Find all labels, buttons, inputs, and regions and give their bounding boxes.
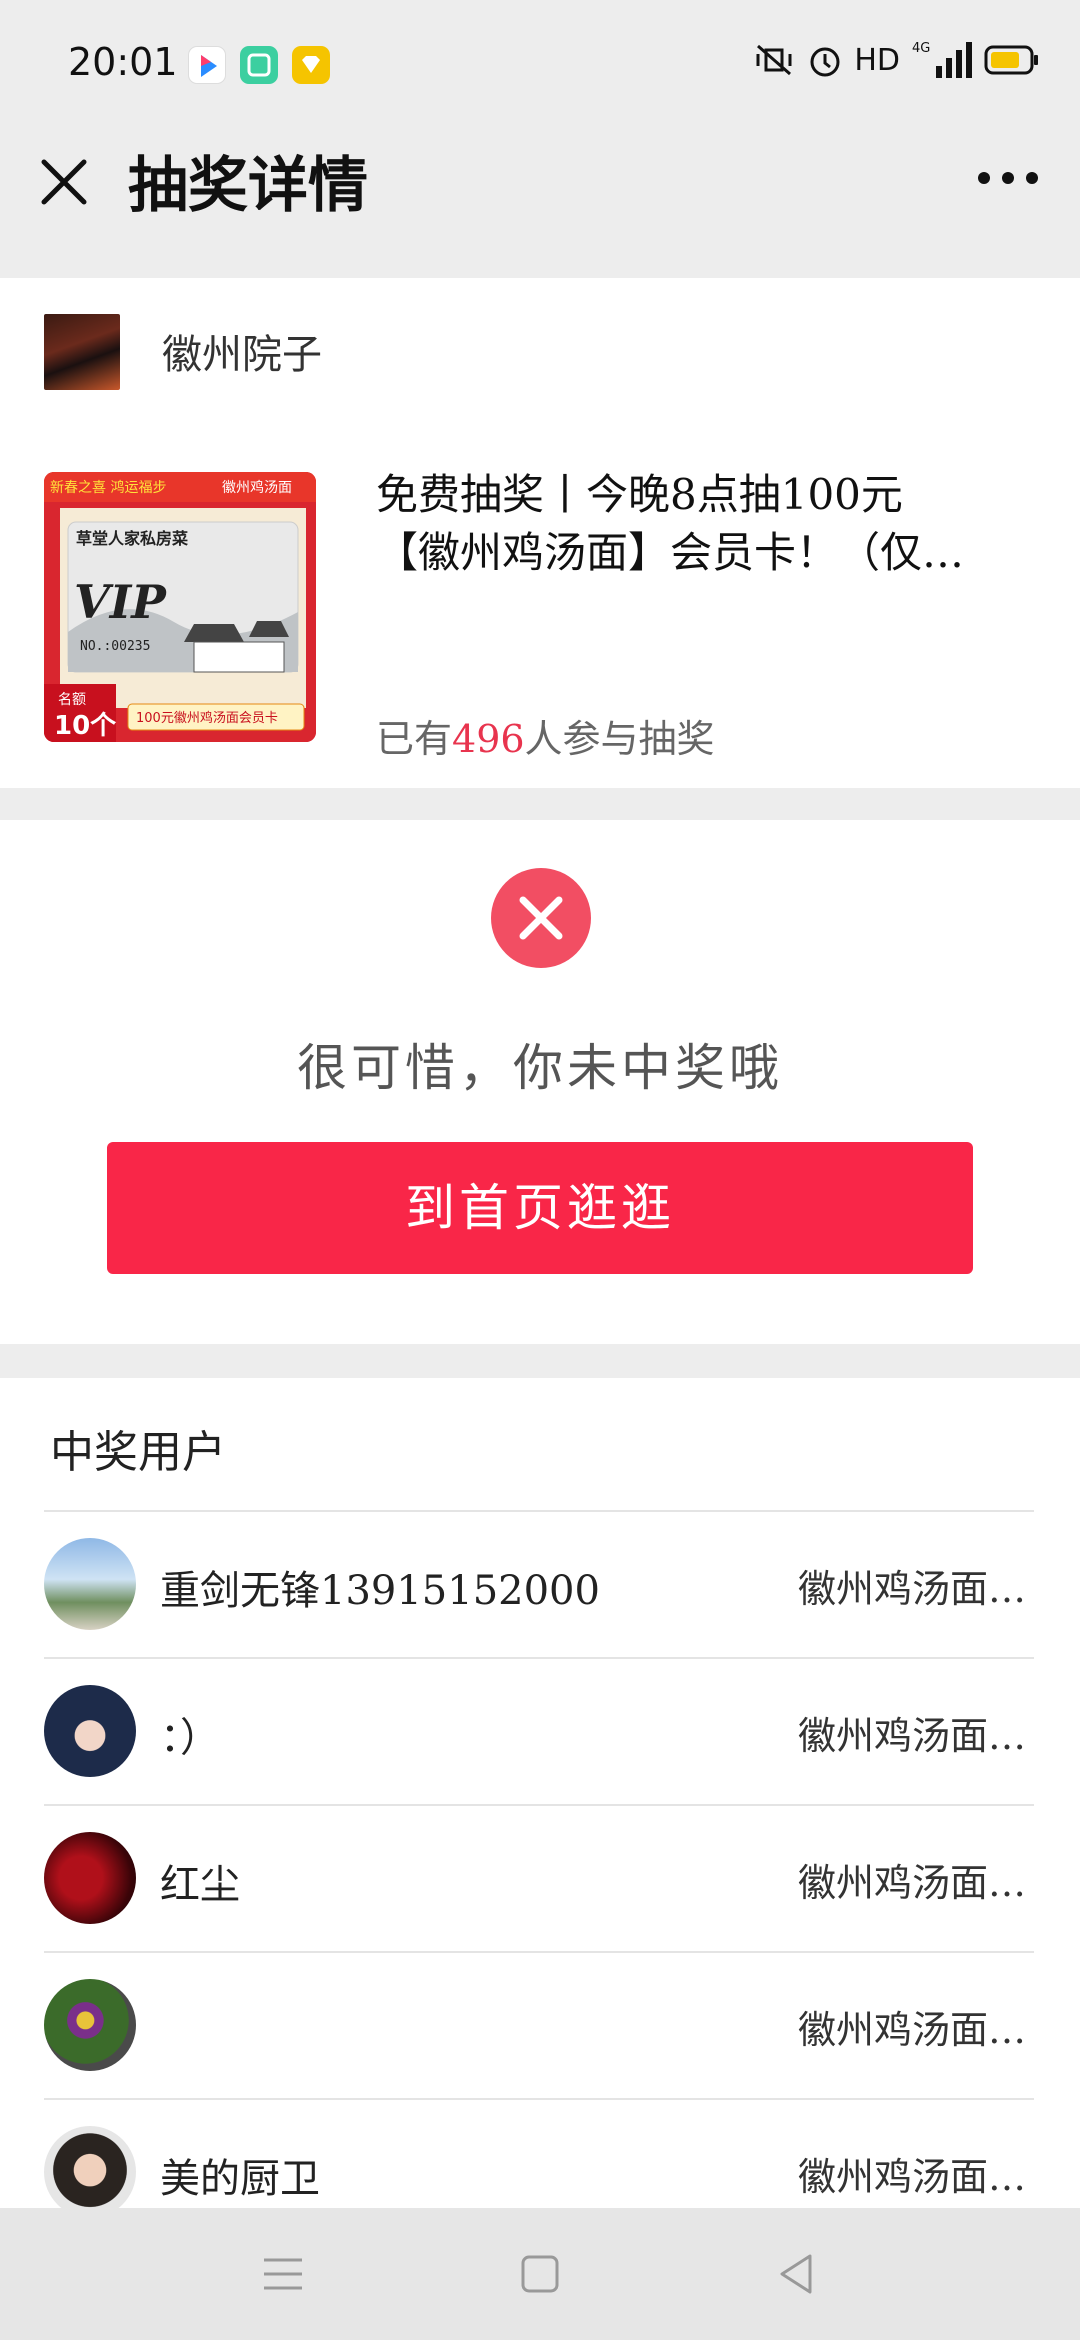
winner-prize: 徽州鸡汤面…: [797, 1714, 1026, 1758]
winner-row[interactable]: 重剑无锋13915152000 徽州鸡汤面…: [44, 1510, 1034, 1657]
product-thumbnail[interactable]: 新春之喜 鸿运福步 徽州鸡汤面 草堂人家私房菜 VIP NO.:00235 名额…: [44, 472, 316, 742]
status-bar: 20:01 HD 4G: [0, 0, 1080, 132]
product-title-line1: 免费抽奖丨今晚8点抽100元: [376, 470, 903, 519]
product-title-line2: 【徽州鸡汤面】会员卡！（仅…: [376, 528, 965, 577]
winner-row[interactable]: 徽州鸡汤面…: [44, 1951, 1034, 2098]
participants-count: 已有496人参与抽奖: [376, 717, 715, 761]
fail-icon: [491, 868, 591, 968]
avatar: [44, 2126, 136, 2208]
hd-label: HD: [854, 42, 900, 78]
thumb-caption: 100元徽州鸡汤面会员卡: [136, 710, 278, 726]
winner-prize: 徽州鸡汤面…: [797, 2008, 1026, 2052]
result-message: 很可惜，你未中奖哦: [297, 1039, 783, 1097]
winners-title: 中奖用户: [50, 1427, 226, 1478]
page-title: 抽奖详情: [128, 151, 368, 221]
winner-row[interactable]: 美的厨卫 徽州鸡汤面…: [44, 2098, 1034, 2208]
youku-app-icon: [188, 46, 226, 84]
thumb-top-right: 徽州鸡汤面: [222, 479, 292, 496]
thumb-card-no: NO.:00235: [80, 639, 150, 654]
participants-number: 496: [452, 717, 525, 761]
system-nav-bar: [0, 2208, 1080, 2340]
thumb-card-brand: 草堂人家私房菜: [76, 529, 188, 548]
result-card: 很可惜，你未中奖哦 到首页逛逛: [0, 820, 1080, 1344]
menu-icon[interactable]: [262, 2254, 304, 2294]
thumb-vip: VIP: [74, 575, 167, 629]
avatar: [44, 1538, 136, 1630]
thumb-quota-value: 10个: [54, 711, 117, 741]
nav-bar: 抽奖详情: [0, 132, 1080, 248]
avatar: [44, 1979, 136, 2071]
status-icons: HD 4G: [752, 40, 1040, 80]
avatar: [44, 1832, 136, 1924]
app-icon-green: [240, 46, 278, 84]
back-icon[interactable]: [776, 2252, 816, 2296]
status-time: 20:01: [68, 40, 178, 84]
winner-row[interactable]: 红尘 徽州鸡汤面…: [44, 1804, 1034, 1951]
shop-name[interactable]: 徽州院子: [162, 322, 322, 380]
app-icon-yellow: [292, 46, 330, 84]
winner-row[interactable]: ：） 徽州鸡汤面…: [44, 1657, 1034, 1804]
avatar: [44, 1685, 136, 1777]
product-title[interactable]: 免费抽奖丨今晚8点抽100元 【徽州鸡汤面】会员卡！（仅…: [376, 466, 1046, 582]
signal-4g-icon: 4G: [912, 41, 972, 78]
winner-prize: 徽州鸡汤面…: [797, 1567, 1026, 1611]
winner-name: 红尘: [160, 1862, 240, 1908]
winner-name: 重剑无锋13915152000: [160, 1568, 600, 1614]
close-icon[interactable]: [36, 154, 92, 210]
shop-avatar[interactable]: [44, 314, 120, 390]
thumb-top-left: 新春之喜 鸿运福步: [50, 479, 166, 496]
home-square-icon[interactable]: [520, 2254, 560, 2294]
lottery-info-card: 徽州院子 新春之喜 鸿运福步 徽州鸡汤面 草堂人家私房菜 VIP NO.:002…: [0, 278, 1080, 788]
alarm-icon: [810, 47, 840, 77]
go-home-button[interactable]: 到首页逛逛: [107, 1142, 973, 1274]
winner-prize: 徽州鸡汤面…: [797, 2155, 1026, 2199]
svg-text:4G: 4G: [912, 41, 930, 56]
winner-name: 美的厨卫: [160, 2156, 320, 2202]
winners-card: 中奖用户 重剑无锋13915152000 徽州鸡汤面… ：） 徽州鸡汤面… 红尘…: [0, 1378, 1080, 2208]
battery-icon: [984, 45, 1038, 75]
mute-vibrate-icon: [756, 44, 792, 76]
thumb-quota-label: 名额: [58, 692, 86, 708]
winner-name: ：）: [160, 1715, 220, 1761]
winner-prize: 徽州鸡汤面…: [797, 1861, 1026, 1905]
more-options-icon[interactable]: [976, 158, 1040, 198]
